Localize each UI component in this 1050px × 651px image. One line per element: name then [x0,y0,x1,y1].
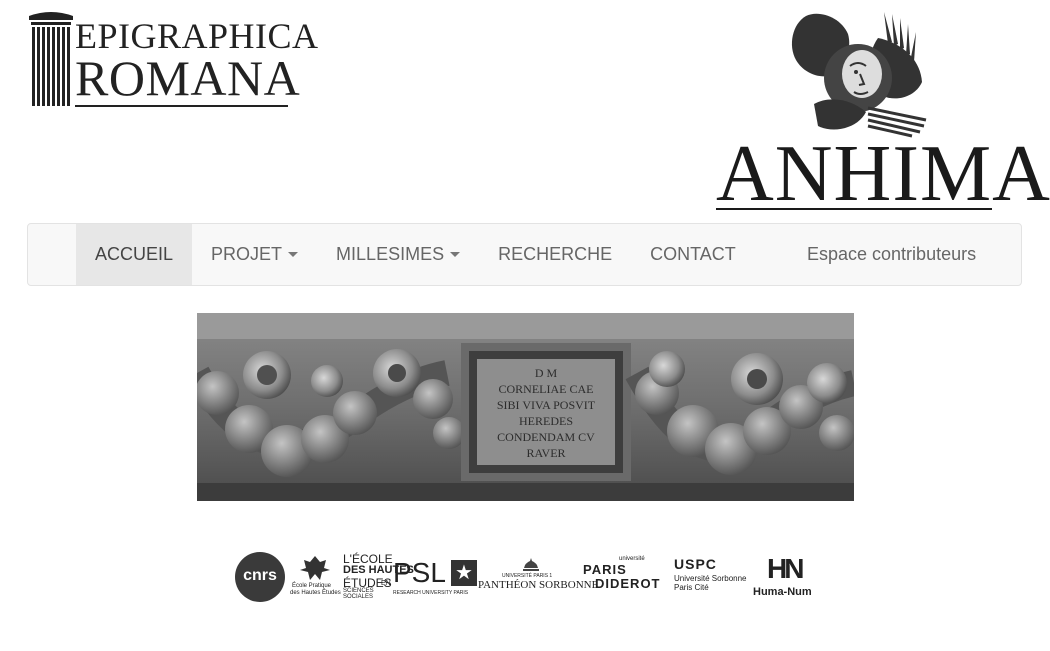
contributors-link[interactable]: Espace contributeurs [788,224,995,285]
cnrs-logo[interactable]: cnrs [235,552,285,602]
pantheon-dome-icon [523,558,539,571]
ehess-logo[interactable]: L'ÉCOLE DES HAUTES ÉTUDES EN SCIENCES SO… [343,552,414,602]
nav-label: ACCUEIL [95,244,174,264]
nav-item-contact[interactable]: CONTACT [631,224,755,285]
ephe-line: des Hautes Études [290,590,341,596]
inscription-banner-image: D M CORNELIAE CAE SIBI VIVA POSVIT HERED… [197,313,854,501]
ehess-line: EN [381,580,391,587]
inscription-line: D M [535,366,558,380]
huma-num-logo[interactable]: HN Huma-Num [751,554,819,600]
epigraphica-romana-logo[interactable]: EPIGRAPHICA ROMANA [27,10,318,108]
pantheon-line: PANTHÉON SORBONNE [478,579,599,591]
ephe-logo[interactable]: École Pratique des Hautes Études [290,556,341,600]
ephe-line: École Pratique [292,583,332,589]
anhima-wordmark: ANHIMA [716,130,1050,218]
nav-label: PROJET [211,244,283,264]
paris-diderot-logo[interactable]: université PARIS DIDEROT [583,556,669,598]
diderot-line: PARIS [583,562,627,577]
inscription-line: HEREDES [519,414,573,428]
psl-wordmark: PSL [393,557,446,588]
ephe-emblem-icon [300,556,330,580]
uspc-line: Université Sorbonne [674,574,747,583]
nav-label: RECHERCHE [498,244,613,264]
inscription-line: CONDENDAM CV [497,430,595,444]
main-navbar: ACCUEIL PROJET MILLESIMES RECHERCHE CONT… [27,223,1022,286]
nav-item-recherche[interactable]: RECHERCHE [479,224,631,285]
nav-item-projet[interactable]: PROJET [192,224,317,285]
huma-num-label: Huma-Num [753,586,812,598]
pantheon-sorbonne-logo[interactable]: UNIVERSITÉ PARIS 1 PANTHÉON SORBONNE [478,558,598,598]
uspc-wordmark: USPC [674,556,717,572]
star-icon: ★ [451,560,477,586]
nav-item-accueil[interactable]: ACCUEIL [76,224,193,285]
huma-num-mark: HN [767,553,804,584]
uspc-logo[interactable]: USPC Université Sorbonne Paris Cité [674,556,748,598]
logo-line-2: ROMANA [75,50,301,106]
logo-underline [75,105,288,107]
nav-item-millesimes[interactable]: MILLESIMES [317,224,479,285]
anhima-underline [716,208,992,210]
nav-menu: ACCUEIL PROJET MILLESIMES RECHERCHE CONT… [76,224,755,285]
anhima-logo[interactable]: ANHIMA [716,8,1050,214]
inscription-line: CORNELIAE CAE [499,382,594,396]
partner-logos: cnrs École Pratique des Hautes Études L'… [233,548,821,606]
nav-label: MILLESIMES [336,244,445,264]
ehess-line: SOCIALES [343,594,374,600]
psl-tagline: RESEARCH UNIVERSITY PARIS [393,590,469,596]
caret-down-icon [450,252,461,257]
uspc-line: Paris Cité [674,583,709,592]
nav-label: CONTACT [650,244,736,264]
psl-logo[interactable]: PSL ★ RESEARCH UNIVERSITY PARIS [393,558,479,600]
diderot-line: DIDEROT [595,576,661,591]
inscription-line: RAVER [526,446,565,460]
cnrs-text: cnrs [243,567,277,584]
caret-down-icon [288,252,299,257]
column-icon [29,12,73,106]
winged-head-icon [791,12,927,138]
inscription-line: SIBI VIVA POSVIT [497,398,596,412]
